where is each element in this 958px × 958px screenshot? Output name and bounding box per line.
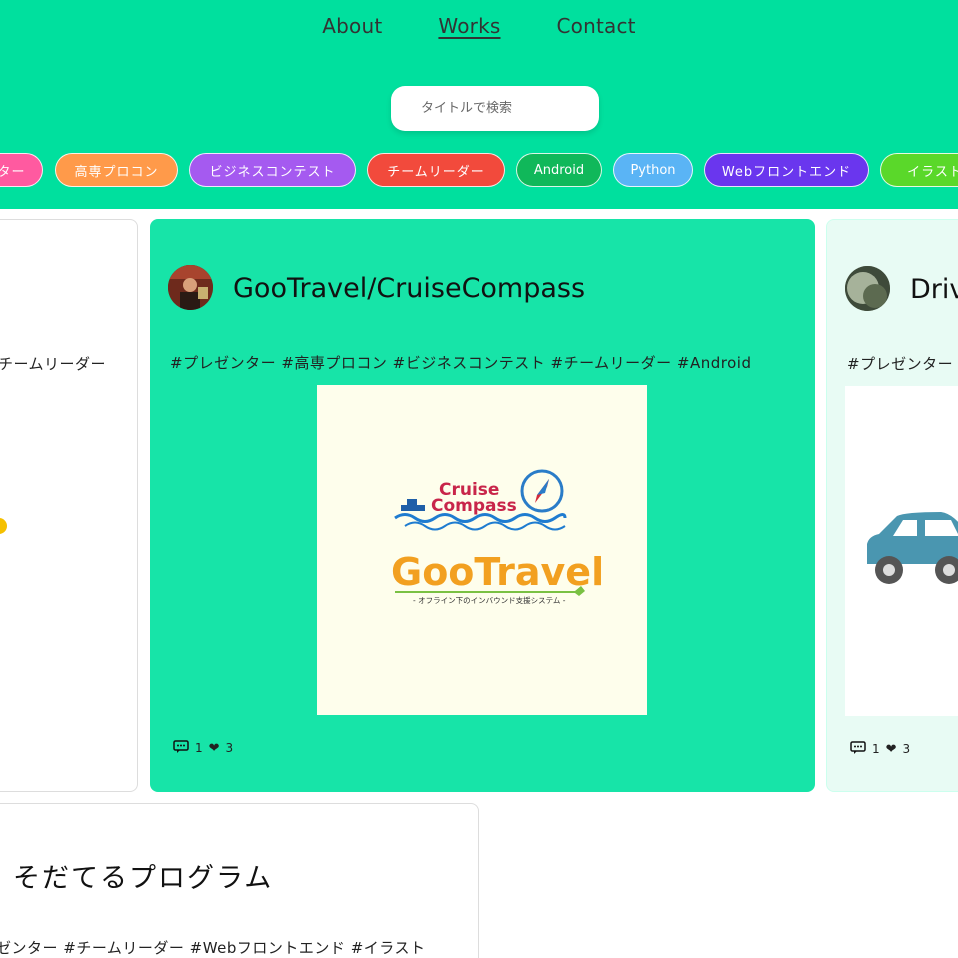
work-card-bottom[interactable]: そだてるプログラム ゼンター #チームリーダー #Webフロントエンド #イラス… bbox=[0, 803, 479, 958]
card-meta: 1 ❤ 3 bbox=[847, 741, 913, 757]
work-thumbnail bbox=[845, 386, 958, 716]
card-tags: #プレゼンター #高専プロコン #ビジネスコンテスト #チームリーダー #And… bbox=[170, 354, 752, 372]
nav-contact[interactable]: Contact bbox=[557, 14, 636, 38]
comment-icon bbox=[850, 741, 866, 757]
card-title: そだてるプログラム bbox=[13, 863, 274, 894]
work-card-gootravel[interactable]: GooTravel/CruiseCompass #プレゼンター #高専プロコン … bbox=[150, 219, 815, 792]
svg-text:GooTravel: GooTravel bbox=[391, 550, 604, 594]
search-input[interactable] bbox=[391, 86, 599, 131]
comment-count: 1 bbox=[872, 742, 880, 756]
work-card-left[interactable]: チームリーダー bbox=[0, 219, 138, 792]
card-tags: #プレゼンター bbox=[847, 355, 954, 373]
nav-works[interactable]: Works bbox=[438, 14, 500, 38]
svg-text:Compass: Compass bbox=[431, 496, 517, 516]
card-tags: ゼンター #チームリーダー #Webフロントエンド #イラスト bbox=[0, 939, 426, 957]
avatar bbox=[845, 266, 890, 311]
card-meta: 1 ❤ 3 bbox=[170, 740, 236, 756]
tag-web-frontend[interactable]: Webフロントエンド bbox=[704, 153, 869, 187]
heart-icon[interactable]: ❤ bbox=[209, 741, 220, 756]
tag-illustration[interactable]: イラスト bbox=[880, 153, 958, 187]
card-tags: チームリーダー bbox=[0, 355, 107, 373]
like-count: 3 bbox=[902, 742, 911, 756]
work-thumbnail: Cruise Compass GooTravel - オフライン下のインバウンド… bbox=[317, 385, 647, 715]
nav-about[interactable]: About bbox=[322, 14, 382, 38]
header: About Works Contact ター 高専プロコン ビジネスコンテスト … bbox=[0, 0, 958, 209]
thumbnail-fragment bbox=[0, 518, 7, 534]
tag-business-contest[interactable]: ビジネスコンテスト bbox=[189, 153, 356, 187]
svg-text:- オフライン下のインバウンド支援システム -: - オフライン下のインバウンド支援システム - bbox=[413, 595, 566, 605]
avatar bbox=[168, 265, 213, 310]
tag-presenter[interactable]: ター bbox=[0, 153, 43, 187]
tag-kosen-procon[interactable]: 高専プロコン bbox=[55, 153, 178, 187]
car-icon bbox=[867, 512, 958, 584]
tag-android[interactable]: Android bbox=[516, 153, 602, 187]
heart-icon[interactable]: ❤ bbox=[886, 742, 897, 757]
comment-icon bbox=[173, 740, 189, 756]
tag-python[interactable]: Python bbox=[613, 153, 693, 187]
work-card-right[interactable]: Driv #プレゼンター 1 ❤ 3 bbox=[826, 219, 958, 792]
main-nav: About Works Contact bbox=[0, 14, 958, 38]
card-title: GooTravel/CruiseCompass bbox=[233, 273, 586, 304]
card-title: Driv bbox=[910, 274, 958, 305]
gootravel-logo: Cruise Compass GooTravel - オフライン下のインバウンド… bbox=[391, 469, 604, 605]
tag-team-leader[interactable]: チームリーダー bbox=[367, 153, 505, 187]
like-count: 3 bbox=[225, 741, 234, 755]
comment-count: 1 bbox=[195, 741, 203, 755]
